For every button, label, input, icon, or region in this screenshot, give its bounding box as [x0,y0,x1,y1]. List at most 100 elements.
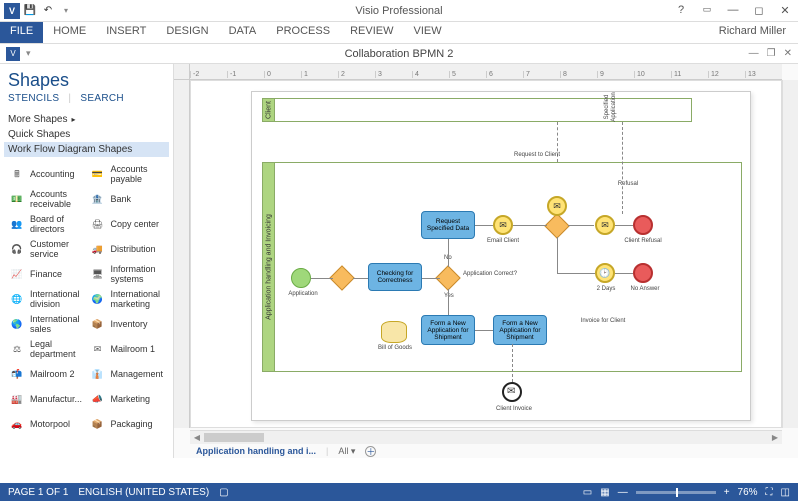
message-flow [622,122,623,214]
pan-zoom-icon[interactable]: ◫ [781,487,790,498]
pool-client[interactable]: Client [262,98,692,122]
tab-search[interactable]: SEARCH [80,93,123,104]
task-form2[interactable]: Form a New Application for Shipment [493,315,547,345]
scrollbar-horizontal[interactable]: ◀ ▶ [190,430,782,444]
status-lang[interactable]: ENGLISH (UNITED STATES) [78,487,209,498]
shape-item[interactable]: 💵Accounts receivable [8,188,85,210]
status-record-icon[interactable]: ▢ [219,487,228,498]
event-top-msg[interactable]: ✉ [547,196,567,216]
visio-app-icon[interactable]: V [4,3,20,19]
shapes-tabs: STENCILS | SEARCH [8,93,165,104]
view-normal-icon[interactable]: ▦ [600,487,609,498]
tab-file[interactable]: FILE [0,22,43,43]
event-email-client[interactable]: ✉ [493,215,513,235]
shape-item[interactable]: 👔Management [89,363,166,385]
zoom-slider[interactable] [636,491,716,494]
task-request[interactable]: Request Specified Data [421,211,475,239]
shape-item[interactable]: 🖥Information systems [89,263,166,285]
close-icon[interactable]: ✕ [776,4,794,17]
shape-item[interactable]: 🚗Motorpool [8,413,85,435]
end-client-invoice[interactable]: ✉ [502,382,522,402]
shape-item[interactable]: 🎧Customer service [8,238,85,260]
minimize-icon[interactable]: — [724,4,742,17]
scroll-track[interactable] [204,431,768,444]
drawing-canvas[interactable]: Client Application handling and Invoicin… [190,80,782,428]
pool-main[interactable]: Application handling and Invoicing Appli… [262,162,742,372]
event-timer[interactable]: 🕑 [595,263,615,283]
shape-item[interactable]: 👥Board of directors [8,213,85,235]
save-icon[interactable]: 💾 [22,3,38,19]
connector [311,278,333,279]
qat-more-icon[interactable]: ▾ [58,3,74,19]
page-tabs-sep: | [326,446,328,456]
shape-item[interactable]: 📈Finance [8,263,85,285]
shape-item[interactable]: 🌍International marketing [89,288,166,310]
zoom-in-icon[interactable]: + [724,487,730,498]
shape-item[interactable]: 🖩Accounting [8,163,85,185]
view-presentation-icon[interactable]: ▭ [583,487,592,498]
shape-item[interactable]: 🌐International division [8,288,85,310]
gateway-1[interactable] [329,265,354,290]
start-event[interactable] [291,268,311,288]
fit-page-icon[interactable]: ⛶ [766,487,773,498]
tab-insert[interactable]: INSERT [96,22,156,43]
data-bill[interactable] [381,321,407,343]
tab-review[interactable]: REVIEW [340,22,403,43]
doc-restore-icon[interactable]: ❐ [767,48,776,59]
tab-stencils[interactable]: STENCILS [8,93,59,104]
task-form1[interactable]: Form a New Application for Shipment [421,315,475,345]
tab-data[interactable]: DATA [219,22,267,43]
shape-item[interactable]: 🌎International sales [8,313,85,335]
shape-item[interactable]: 📣Marketing [89,388,166,410]
task-check[interactable]: Checking for Correctness [368,263,422,291]
scroll-left-icon[interactable]: ◀ [190,431,204,444]
connector [475,330,493,331]
doc-close-icon[interactable]: ✕ [784,48,792,59]
end-no-answer[interactable] [633,263,653,283]
shape-item[interactable]: 🏭Manufactur... [8,388,85,410]
shape-item[interactable]: ✉Mailroom 1 [89,338,166,360]
stencil-selected[interactable]: Work Flow Diagram Shapes [4,142,169,157]
shape-item[interactable]: 📦Packaging [89,413,166,435]
shape-item[interactable]: 💳Accounts payable [89,163,166,185]
page-tab-all[interactable]: All ▾ [338,446,355,457]
page-tabs: Application handling and i... | All ▾ ＋ [190,444,376,458]
ruler-horizontal[interactable]: -2-1012345678910111213 [190,64,782,80]
shape-item[interactable]: 📬Mailroom 2 [8,363,85,385]
tab-home[interactable]: HOME [43,22,96,43]
help-icon[interactable]: ? [672,4,690,17]
status-page[interactable]: PAGE 1 OF 1 [8,487,68,498]
page-tab-active[interactable]: Application handling and i... [196,446,316,456]
gateway-3[interactable] [544,213,569,238]
tab-process[interactable]: PROCESS [266,22,340,43]
tab-view[interactable]: VIEW [403,22,451,43]
shape-item[interactable]: 🏦Bank [89,188,166,210]
scrollbar-vertical[interactable] [782,80,798,428]
event-refusal[interactable]: ✉ [595,215,615,235]
scroll-right-icon[interactable]: ▶ [768,431,782,444]
zoom-out-icon[interactable]: — [618,487,628,498]
quick-shapes-link[interactable]: Quick Shapes [8,129,165,140]
page-tab-add[interactable]: ＋ [365,446,376,457]
more-shapes-link[interactable]: More Shapes ▸ [8,114,165,125]
maximize-icon[interactable]: ◻ [750,4,768,17]
zoom-value[interactable]: 76% [738,487,758,498]
shape-item[interactable]: 🖨Copy center [89,213,166,235]
ruler-tick: 4 [412,71,449,78]
shape-item[interactable]: ⚖Legal department [8,338,85,360]
undo-icon[interactable]: ↶ [40,3,56,19]
shape-label: Accounts receivable [30,189,85,209]
shape-label: Copy center [111,219,160,229]
doc-visio-icon[interactable]: V [6,47,20,61]
doc-minimize-icon[interactable]: — [749,48,759,59]
end-client-refusal[interactable] [633,215,653,235]
tab-design[interactable]: DESIGN [156,22,218,43]
user-label[interactable]: Richard Miller [707,22,798,43]
scroll-thumb[interactable] [204,433,264,442]
drawing-page[interactable]: Client Application handling and Invoicin… [251,91,751,421]
shape-item[interactable]: 🚚Distribution [89,238,166,260]
doc-more-icon[interactable]: ▾ [26,48,31,59]
shape-item[interactable]: 📦Inventory [89,313,166,335]
ribbon-collapse-icon[interactable]: ▭ [698,4,716,17]
ruler-vertical[interactable] [174,80,190,428]
